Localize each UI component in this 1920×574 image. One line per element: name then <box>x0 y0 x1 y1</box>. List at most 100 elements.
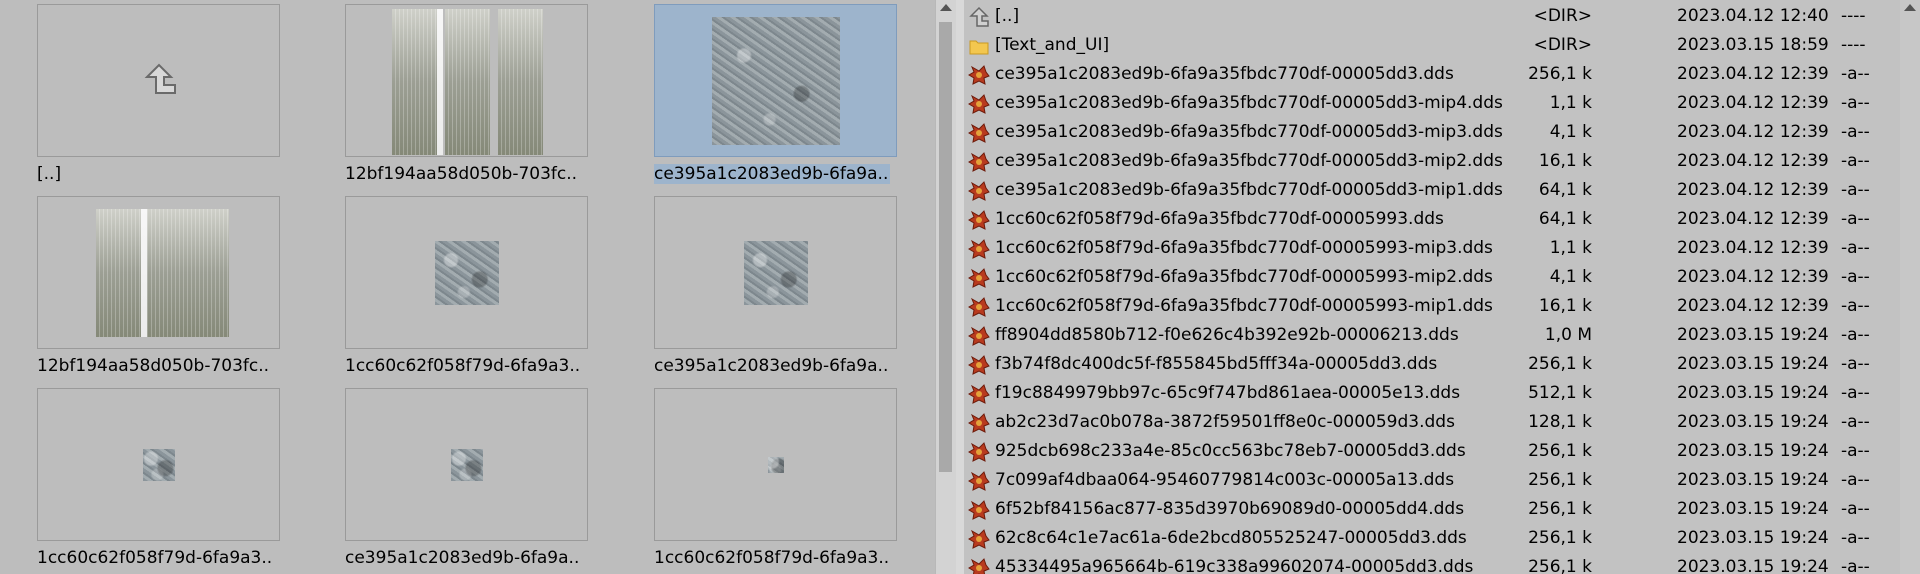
file-size: 256,1 k <box>1528 64 1592 84</box>
file-size: 256,1 k <box>1528 528 1592 548</box>
dds-file-icon <box>968 64 990 86</box>
thumbnail-preview <box>654 388 897 541</box>
file-date: 2023.03.15 19:24 <box>1677 441 1829 461</box>
file-row[interactable]: [Text_and_UI] <DIR> 2023.03.15 18:59 ---- <box>964 31 1900 60</box>
file-date: 2023.03.15 19:24 <box>1677 412 1829 432</box>
dds-file-icon <box>968 267 990 289</box>
file-row[interactable]: 1cc60c62f058f79d-6fa9a35fbdc770df-000059… <box>964 234 1900 263</box>
grass-texture-strip <box>392 9 437 155</box>
thumbnail-preview <box>654 4 897 157</box>
file-date: 2023.04.12 12:40 <box>1677 6 1829 26</box>
file-date: 2023.03.15 19:24 <box>1677 528 1829 548</box>
file-row[interactable]: f19c8849979bb97c-65c9f747bd861aea-00005e… <box>964 379 1900 408</box>
file-row[interactable]: ce395a1c2083ed9b-6fa9a35fbdc770df-00005d… <box>964 89 1900 118</box>
dds-file-icon <box>968 209 990 231</box>
file-date: 2023.04.12 12:39 <box>1677 122 1829 142</box>
file-name: ce395a1c2083ed9b-6fa9a35fbdc770df-00005d… <box>995 64 1454 84</box>
file-row[interactable]: ce395a1c2083ed9b-6fa9a35fbdc770df-00005d… <box>964 60 1900 89</box>
file-size: 256,1 k <box>1528 441 1592 461</box>
file-size: 1,1 k <box>1549 93 1592 113</box>
scrollbar-thumb[interactable] <box>939 22 952 472</box>
file-date: 2023.04.12 12:39 <box>1677 209 1829 229</box>
file-attributes: ---- <box>1841 35 1866 55</box>
thumbnail-scrollbar[interactable] <box>935 0 956 574</box>
texture-preview-image <box>768 457 784 473</box>
texture-preview-image <box>451 449 483 481</box>
file-name: 1cc60c62f058f79d-6fa9a35fbdc770df-000059… <box>995 238 1493 258</box>
file-row[interactable]: ff8904dd8580b712-f0e626c4b392e92b-000062… <box>964 321 1900 350</box>
dds-file-icon <box>968 499 990 521</box>
grass-texture-strip <box>96 209 141 337</box>
dds-file-icon <box>968 528 990 550</box>
dds-file-icon <box>968 325 990 347</box>
grass-texture-gap <box>437 9 443 155</box>
scroll-up-arrow-icon[interactable] <box>1904 4 1916 11</box>
file-row[interactable]: ab2c23d7ac0b078a-3872f59501ff8e0c-000059… <box>964 408 1900 437</box>
file-attributes: -a-- <box>1841 180 1870 200</box>
file-row[interactable]: 1cc60c62f058f79d-6fa9a35fbdc770df-000059… <box>964 292 1900 321</box>
up-dir-icon <box>968 6 990 28</box>
file-size: <DIR> <box>1533 35 1592 55</box>
file-row[interactable]: 925dcb698c233a4e-85c0cc563bc78eb7-00005d… <box>964 437 1900 466</box>
dds-file-icon <box>968 296 990 318</box>
dds-file-icon <box>968 180 990 202</box>
file-attributes: -a-- <box>1841 238 1870 258</box>
file-attributes: -a-- <box>1841 325 1870 345</box>
file-date: 2023.04.12 12:39 <box>1677 180 1829 200</box>
file-list-pane[interactable]: [..] <DIR> 2023.04.12 12:40 ---- [Text_and_U… <box>964 0 1900 574</box>
file-row[interactable]: ce395a1c2083ed9b-6fa9a35fbdc770df-00005d… <box>964 118 1900 147</box>
file-row[interactable]: [..] <DIR> 2023.04.12 12:40 ---- <box>964 2 1900 31</box>
file-row[interactable]: ce395a1c2083ed9b-6fa9a35fbdc770df-00005d… <box>964 176 1900 205</box>
file-row[interactable]: 1cc60c62f058f79d-6fa9a35fbdc770df-000059… <box>964 205 1900 234</box>
file-size: 256,1 k <box>1528 557 1592 574</box>
file-date: 2023.03.15 19:24 <box>1677 383 1829 403</box>
file-row[interactable]: f3b74f8dc400dc5f-f855845bd5fff34a-00005d… <box>964 350 1900 379</box>
dds-file-icon <box>968 93 990 115</box>
file-name: ce395a1c2083ed9b-6fa9a35fbdc770df-00005d… <box>995 122 1503 142</box>
file-size: 1,1 k <box>1549 238 1592 258</box>
scroll-up-arrow-icon[interactable] <box>940 4 952 11</box>
pane-splitter[interactable] <box>956 0 964 574</box>
thumbnail-label: ce395a1c2083ed9b-6fa9a.. <box>345 548 580 568</box>
file-row[interactable]: 45334495a965664b-619c338a99602074-00005d… <box>964 553 1900 574</box>
file-attributes: -a-- <box>1841 499 1870 519</box>
thumbnail-pane[interactable]: [..] 12bf194aa58d050b-703fc.. ce395a1c2083… <box>0 0 935 574</box>
texture-preview-image <box>435 241 499 305</box>
file-attributes: -a-- <box>1841 354 1870 374</box>
file-date: 2023.04.12 12:39 <box>1677 64 1829 84</box>
file-attributes: -a-- <box>1841 151 1870 171</box>
thumbnail-preview <box>345 196 588 349</box>
dds-file-icon <box>968 383 990 405</box>
file-attributes: -a-- <box>1841 557 1870 574</box>
file-size: 16,1 k <box>1538 151 1592 171</box>
file-attributes: -a-- <box>1841 209 1870 229</box>
file-size: 64,1 k <box>1538 180 1592 200</box>
file-attributes: -a-- <box>1841 64 1870 84</box>
thumbnail-preview <box>37 196 280 349</box>
file-row[interactable]: 1cc60c62f058f79d-6fa9a35fbdc770df-000059… <box>964 263 1900 292</box>
file-attributes: ---- <box>1841 6 1866 26</box>
grass-texture-strip <box>498 9 543 155</box>
file-name: 45334495a965664b-619c338a99602074-00005d… <box>995 557 1474 574</box>
file-size: 4,1 k <box>1549 122 1592 142</box>
file-size: 16,1 k <box>1538 296 1592 316</box>
file-row[interactable]: 7c099af4dbaa064-95460779814c003c-00005a1… <box>964 466 1900 495</box>
file-row[interactable]: ce395a1c2083ed9b-6fa9a35fbdc770df-00005d… <box>964 147 1900 176</box>
grass-texture-strip <box>184 209 229 337</box>
file-name: ce395a1c2083ed9b-6fa9a35fbdc770df-00005d… <box>995 180 1503 200</box>
file-name: 62c8c64c1e7ac61a-6de2bcd805525247-00005d… <box>995 528 1467 548</box>
file-size: 128,1 k <box>1528 412 1592 432</box>
thumbnail-label: 12bf194aa58d050b-703fc.. <box>345 164 578 184</box>
grass-texture-gap <box>141 209 147 337</box>
file-list-scrollbar[interactable] <box>1900 0 1920 574</box>
file-date: 2023.04.12 12:39 <box>1677 238 1829 258</box>
file-row[interactable]: 62c8c64c1e7ac61a-6de2bcd805525247-00005d… <box>964 524 1900 553</box>
file-date: 2023.04.12 12:39 <box>1677 151 1829 171</box>
thumbnail-label: 1cc60c62f058f79d-6fa9a3.. <box>345 356 581 376</box>
file-date: 2023.04.12 12:39 <box>1677 296 1829 316</box>
thumbnail-label: 12bf194aa58d050b-703fc.. <box>37 356 270 376</box>
file-row[interactable]: 6f52bf84156ac877-835d3970b69089d0-00005d… <box>964 495 1900 524</box>
file-attributes: -a-- <box>1841 267 1870 287</box>
file-size: 64,1 k <box>1538 209 1592 229</box>
dds-file-icon <box>968 557 990 574</box>
